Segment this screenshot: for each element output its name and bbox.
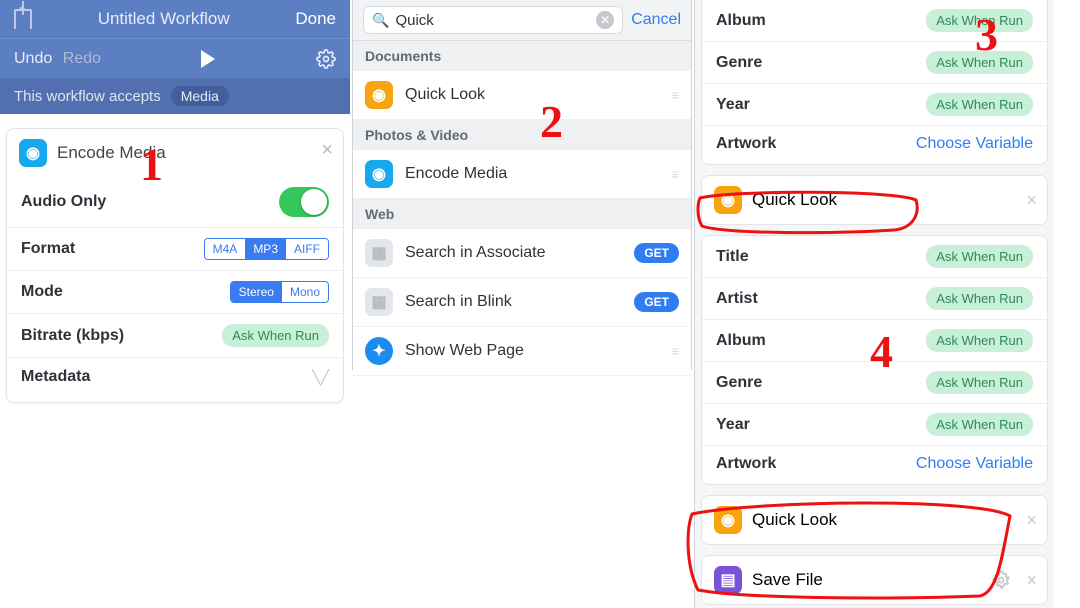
result-label: Search in Associate [405, 244, 546, 262]
workflow-title[interactable]: Untitled Workflow [32, 9, 295, 29]
ask-pill[interactable]: Ask When Run [926, 245, 1033, 268]
settings-icon[interactable] [316, 49, 336, 69]
artwork-label: Artwork [716, 455, 776, 473]
section-photos: Photos & Video [353, 120, 691, 150]
result-label: Quick Look [405, 86, 485, 104]
encode-media-icon: ◉ [19, 139, 47, 167]
artist-label: Artist [716, 290, 758, 308]
quick-look-action[interactable]: ◉ Quick Look × [701, 175, 1048, 225]
search-icon: 🔍 [372, 12, 389, 29]
result-search-associate[interactable]: ▦ Search in Associate GET [353, 229, 691, 278]
result-quick-look[interactable]: ◉ Quick Look ≡ [353, 71, 691, 120]
encode-media-card: ◉ Encode Media × Audio Only Format M4A M… [6, 128, 344, 403]
section-web: Web [353, 199, 691, 229]
annotation-1: 1 [140, 138, 163, 191]
accepts-type-pill[interactable]: Media [171, 86, 229, 106]
search-panel: 🔍 Quick ✕ Cancel Documents ◉ Quick Look … [352, 0, 692, 370]
result-search-blink[interactable]: ▦ Search in Blink GET [353, 278, 691, 327]
ask-pill[interactable]: Ask When Run [926, 93, 1033, 116]
mode-mono[interactable]: Mono [282, 282, 328, 302]
redo-button[interactable]: Redo [63, 50, 101, 67]
safari-icon: ✦ [365, 337, 393, 365]
audio-only-label: Audio Only [21, 193, 106, 211]
mode-segmented[interactable]: Stereo Mono [230, 281, 329, 303]
format-label: Format [21, 240, 75, 258]
close-icon[interactable]: × [321, 139, 333, 162]
encode-media-icon: ◉ [365, 160, 393, 188]
undo-redo: Undo Redo [14, 50, 101, 68]
ask-pill[interactable]: Ask When Run [926, 413, 1033, 436]
genre-label: Genre [716, 374, 762, 392]
get-badge[interactable]: GET [634, 292, 679, 312]
grid-icon: ▦ [365, 239, 393, 267]
artwork-label: Artwork [716, 135, 776, 153]
year-label: Year [716, 416, 750, 434]
result-label: Encode Media [405, 165, 507, 183]
cancel-button[interactable]: Cancel [631, 11, 681, 29]
format-mp3[interactable]: MP3 [245, 239, 286, 259]
quick-look-action-2[interactable]: ◉ Quick Look × [701, 495, 1048, 545]
save-file-action[interactable]: ▤ Save File × [701, 555, 1048, 605]
drag-handle-icon[interactable]: ≡ [671, 343, 681, 359]
save-file-icon: ▤ [714, 566, 742, 594]
grid-icon: ▦ [365, 288, 393, 316]
quick-look-icon: ◉ [714, 186, 742, 214]
audio-only-toggle[interactable] [279, 187, 329, 217]
close-icon[interactable]: × [1026, 570, 1037, 591]
drag-handle-icon[interactable]: ≡ [671, 166, 681, 182]
quick-look-icon: ◉ [365, 81, 393, 109]
annotation-3: 3 [975, 8, 998, 61]
gear-icon[interactable] [991, 570, 1011, 590]
action-label: Quick Look [752, 190, 837, 210]
quick-look-icon: ◉ [714, 506, 742, 534]
clear-search-icon[interactable]: ✕ [596, 11, 614, 29]
workflow-steps-panel: Album Ask When Run Genre Ask When Run Year… [694, 0, 1054, 608]
section-documents: Documents [353, 41, 691, 71]
play-icon[interactable] [201, 50, 215, 68]
done-button[interactable]: Done [295, 9, 336, 29]
ask-pill[interactable]: Ask When Run [926, 371, 1033, 394]
format-segmented[interactable]: M4A MP3 AIFF [204, 238, 329, 260]
album-label: Album [716, 332, 766, 350]
choose-variable-link[interactable]: Choose Variable [916, 135, 1033, 153]
annotation-2: 2 [540, 95, 563, 148]
result-show-web-page[interactable]: ✦ Show Web Page ≡ [353, 327, 691, 376]
ask-pill[interactable]: Ask When Run [926, 329, 1033, 352]
action-label: Save File [752, 570, 823, 590]
annotation-4: 4 [870, 325, 893, 378]
search-input[interactable]: 🔍 Quick ✕ [363, 6, 623, 34]
choose-variable-link[interactable]: Choose Variable [916, 455, 1033, 473]
title-label: Title [716, 248, 749, 266]
share-icon[interactable] [14, 9, 32, 29]
undo-button[interactable]: Undo [14, 50, 52, 67]
bitrate-label: Bitrate (kbps) [21, 327, 124, 345]
drag-handle-icon[interactable]: ≡ [671, 87, 681, 103]
mode-label: Mode [21, 283, 63, 301]
format-aiff[interactable]: AIFF [286, 239, 328, 259]
search-bar: 🔍 Quick ✕ Cancel [353, 0, 691, 41]
result-label: Search in Blink [405, 293, 512, 311]
metadata-label: Metadata [21, 368, 90, 386]
bitrate-ask-pill[interactable]: Ask When Run [222, 324, 329, 347]
accepts-label: This workflow accepts [14, 88, 161, 105]
year-label: Year [716, 96, 750, 114]
editor-panel: Untitled Workflow Done Undo Redo This wo… [0, 0, 350, 403]
chevron-down-icon[interactable]: ╲╱ [312, 369, 329, 386]
search-query: Quick [395, 12, 433, 29]
ask-pill[interactable]: Ask When Run [926, 287, 1033, 310]
close-icon[interactable]: × [1026, 190, 1037, 211]
album-label: Album [716, 12, 766, 30]
action-label: Quick Look [752, 510, 837, 530]
format-m4a[interactable]: M4A [205, 239, 246, 259]
editor-header: Untitled Workflow Done Undo Redo This wo… [0, 0, 350, 114]
close-icon[interactable]: × [1026, 510, 1037, 531]
result-label: Show Web Page [405, 342, 524, 360]
mode-stereo[interactable]: Stereo [231, 282, 282, 302]
genre-label: Genre [716, 54, 762, 72]
result-encode-media[interactable]: ◉ Encode Media ≡ [353, 150, 691, 199]
get-badge[interactable]: GET [634, 243, 679, 263]
